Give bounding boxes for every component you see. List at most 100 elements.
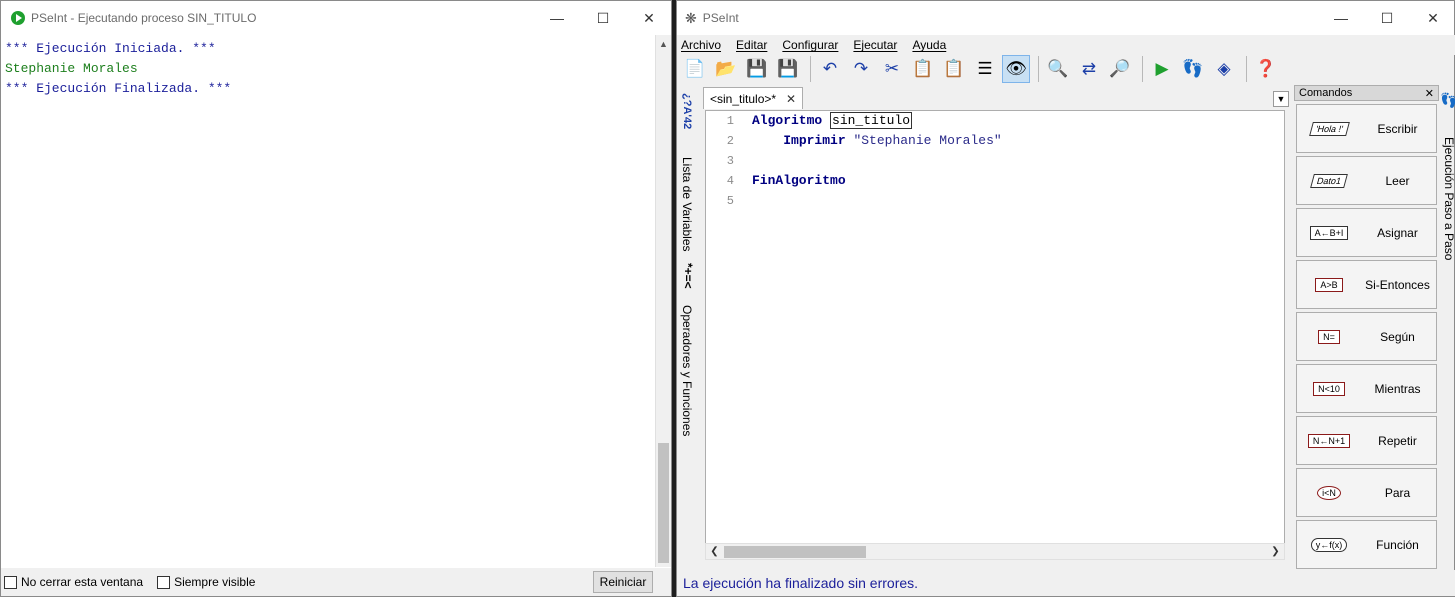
undo-icon[interactable]: ↶ — [816, 55, 844, 83]
operadores-icon[interactable]: *+=< — [681, 263, 695, 289]
cmd-mientras-button[interactable]: N<10 Mientras — [1296, 364, 1437, 413]
segun-icon: N= — [1299, 320, 1359, 354]
indent-icon[interactable]: ☰ — [971, 55, 999, 83]
close-icon[interactable]: ✕ — [626, 1, 672, 35]
reiniciar-button[interactable]: Reiniciar — [593, 571, 653, 593]
scroll-left-icon[interactable]: ❮ — [706, 546, 723, 557]
close-icon[interactable]: ✕ — [1410, 1, 1455, 35]
toolbar-separator — [810, 56, 811, 82]
console-title: PSeInt - Ejecutando proceso SIN_TITULO — [31, 11, 257, 25]
cmd-escribir-button[interactable]: 'Hola !' Escribir — [1296, 104, 1437, 153]
scroll-right-icon[interactable]: ❯ — [1267, 546, 1284, 557]
console-scrollbar[interactable]: ▲ — [655, 35, 671, 567]
search-next-icon[interactable]: 🔎 — [1106, 55, 1134, 83]
pseint-window: ❋ PSeInt — ☐ ✕ Archivo Editar Configurar… — [676, 0, 1455, 597]
no-cerrar-checkbox[interactable]: No cerrar esta ventana — [4, 575, 143, 589]
menu-ejecutar[interactable]: Ejecutar — [853, 38, 897, 52]
algorithm-name: sin_titulo — [830, 112, 913, 129]
scroll-up-icon[interactable]: ▲ — [656, 35, 671, 52]
cmd-label: Mientras — [1374, 381, 1421, 396]
tab-operadores-funciones[interactable]: Operadores y Funciones — [680, 305, 694, 436]
tab-lista-variables[interactable]: Lista de Variables — [680, 157, 694, 252]
code-line: 5 — [706, 191, 1284, 211]
close-icon[interactable]: ✕ — [1425, 87, 1434, 100]
cmd-para-button[interactable]: i<N Para — [1296, 468, 1437, 517]
status-text: La ejecución ha finalizado sin errores. — [683, 575, 919, 591]
cut-icon[interactable]: ✂ — [878, 55, 906, 83]
editor-area: <sin_titulo>* ✕ ▼ 1 Algoritmo sin_titulo… — [703, 87, 1289, 569]
cmd-funcion-button[interactable]: y←f(x) Función — [1296, 520, 1437, 569]
pseint-run-icon — [11, 11, 25, 25]
variables-icon[interactable]: ¿?A'42 — [681, 93, 693, 129]
console-line: Stephanie Morales — [5, 61, 138, 76]
scrollbar-thumb[interactable] — [658, 443, 669, 563]
tab-ejecucion-paso-a-paso[interactable]: Ejecución Paso a Paso — [1442, 137, 1455, 260]
code-editor[interactable]: 1 Algoritmo sin_titulo 2 Imprimir "Steph… — [705, 110, 1285, 550]
cmd-repetir-button[interactable]: N←N+1 Repetir — [1296, 416, 1437, 465]
flowchart-icon[interactable]: ◈ — [1210, 55, 1238, 83]
cmd-leer-button[interactable]: Dato1 Leer — [1296, 156, 1437, 205]
commands-panel: Comandos ✕ 'Hola !' Escribir Dato1 Leer … — [1294, 85, 1439, 571]
maximize-icon[interactable]: ☐ — [580, 1, 626, 35]
tab-sin-titulo[interactable]: <sin_titulo>* ✕ — [703, 87, 804, 109]
cmd-label: Según — [1380, 329, 1415, 344]
line-number: 3 — [726, 154, 734, 168]
right-side-panel: 👣 Ejecución Paso a Paso — [1441, 87, 1455, 567]
keyword: Algoritmo — [752, 113, 823, 128]
minimize-icon[interactable]: — — [1318, 1, 1364, 35]
save-as-icon[interactable]: 💾 — [774, 55, 802, 83]
si-entonces-icon: A>B — [1299, 268, 1359, 302]
cmd-asignar-button[interactable]: A←B+I Asignar — [1296, 208, 1437, 257]
step-by-step-icon[interactable]: 👣 — [1179, 55, 1207, 83]
save-icon[interactable]: 💾 — [743, 55, 771, 83]
code-line: 4 FinAlgoritmo — [706, 171, 1284, 191]
autocomplete-icon[interactable]: 👁 — [1002, 55, 1030, 83]
pseint-titlebar[interactable]: ❋ PSeInt — ☐ ✕ — [677, 1, 1454, 35]
left-side-panel: ¿?A'42 Lista de Variables *+=< Operadore… — [677, 87, 699, 567]
menu-archivo[interactable]: Archivo — [681, 38, 721, 52]
menu-ayuda[interactable]: Ayuda — [912, 38, 946, 52]
leer-icon: Dato1 — [1299, 164, 1359, 198]
checkbox-box[interactable] — [4, 575, 17, 589]
footsteps-icon[interactable]: 👣 — [1442, 91, 1455, 108]
paste-icon[interactable]: 📋 — [940, 55, 968, 83]
run-icon[interactable]: ▶ — [1148, 55, 1176, 83]
para-icon: i<N — [1299, 476, 1359, 510]
menu-editar[interactable]: Editar — [736, 38, 767, 52]
checkbox-box[interactable] — [157, 575, 171, 589]
console-titlebar[interactable]: PSeInt - Ejecutando proceso SIN_TITULO —… — [1, 1, 671, 35]
string-literal: "Stephanie Morales" — [853, 133, 1002, 148]
toolbar-separator — [1038, 56, 1039, 82]
console-output[interactable]: *** Ejecución Iniciada. *** Stephanie Mo… — [1, 35, 657, 565]
commands-title: Comandos — [1299, 87, 1353, 99]
cmd-label: Función — [1376, 537, 1419, 552]
status-bar: La ejecución ha finalizado sin errores. — [677, 570, 1455, 596]
editor-hscrollbar[interactable]: ❮ ❯ — [705, 543, 1285, 560]
menu-configurar[interactable]: Configurar — [782, 38, 838, 52]
line-number: 2 — [726, 134, 734, 148]
replace-icon[interactable]: ⇄ — [1075, 55, 1103, 83]
no-cerrar-label: No cerrar esta ventana — [21, 575, 144, 589]
redo-icon[interactable]: ↷ — [847, 55, 875, 83]
escribir-icon: 'Hola !' — [1299, 112, 1359, 146]
minimize-icon[interactable]: — — [534, 1, 580, 35]
copy-icon[interactable]: 📋 — [909, 55, 937, 83]
new-file-icon[interactable]: 📄 — [681, 55, 709, 83]
cmd-si-entonces-button[interactable]: A>B Si-Entonces — [1296, 260, 1437, 309]
search-icon[interactable]: 🔍 — [1044, 55, 1072, 83]
console-window: PSeInt - Ejecutando proceso SIN_TITULO —… — [0, 0, 672, 597]
open-folder-icon[interactable]: 📂 — [712, 55, 740, 83]
help-icon[interactable]: ❓ — [1252, 55, 1280, 83]
line-number: 5 — [726, 194, 734, 208]
pseint-logo-icon: ❋ — [685, 9, 697, 26]
siempre-visible-checkbox[interactable]: Siempre visible — [157, 575, 255, 589]
scrollbar-thumb[interactable] — [724, 546, 866, 558]
code-line: 3 — [706, 151, 1284, 171]
cmd-segun-button[interactable]: N= Según — [1296, 312, 1437, 361]
console-footer: No cerrar esta ventana Siempre visible R… — [1, 568, 671, 596]
mientras-icon: N<10 — [1299, 372, 1359, 406]
close-tab-icon[interactable]: ✕ — [786, 92, 796, 106]
maximize-icon[interactable]: ☐ — [1364, 1, 1410, 35]
chevron-down-icon[interactable]: ▼ — [1273, 91, 1289, 107]
cmd-label: Asignar — [1377, 225, 1418, 240]
